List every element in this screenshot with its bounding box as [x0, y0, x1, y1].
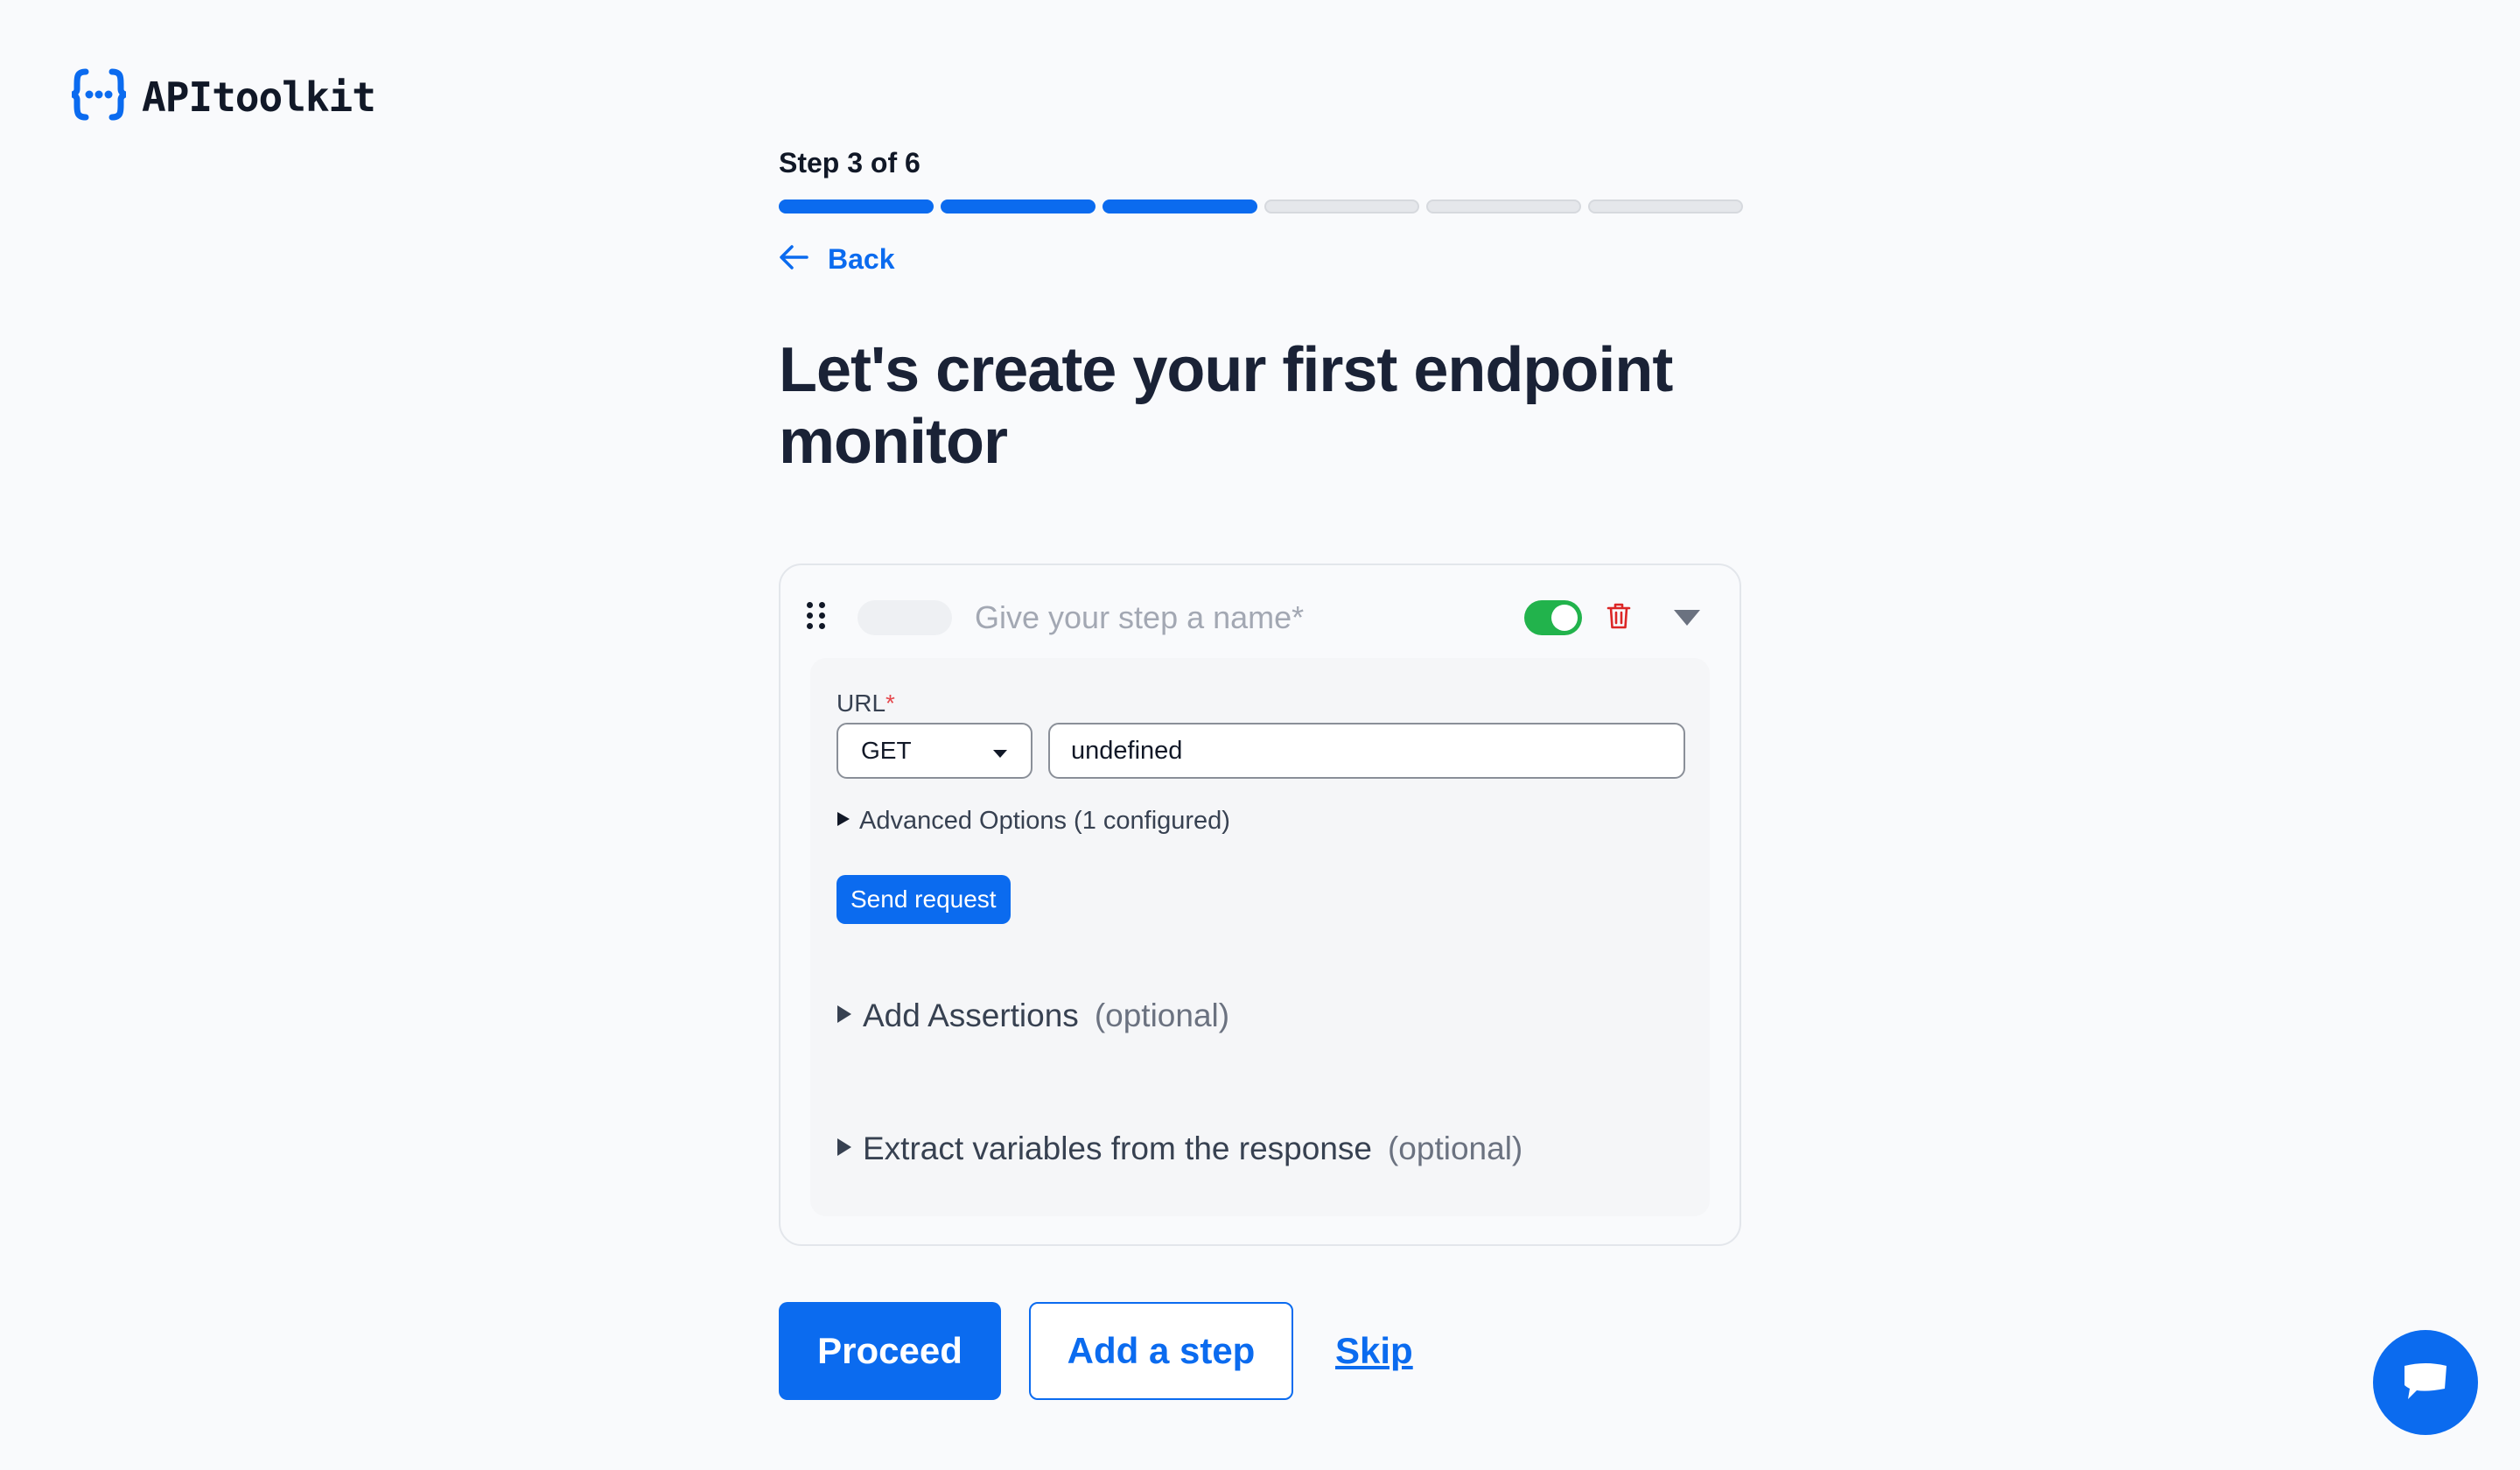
advanced-options-toggle[interactable]: Advanced Options (1 configured): [836, 807, 1230, 836]
url-label: URL*: [836, 690, 895, 717]
send-request-button[interactable]: Send request: [836, 875, 1011, 924]
chevron-down-icon[interactable]: [1673, 609, 1701, 631]
progress-segment: [1102, 200, 1257, 214]
progress-segment: [1426, 200, 1581, 214]
back-label: Back: [828, 243, 895, 275]
extract-variables-section-toggle[interactable]: Extract variables from the response (opt…: [836, 1130, 1522, 1167]
request-panel: URL* GET Advanced Options (1 configured)…: [810, 658, 1710, 1216]
assertions-optional-label: (optional): [1094, 998, 1230, 1033]
add-step-button[interactable]: Add a step: [1029, 1302, 1293, 1400]
step-enabled-toggle[interactable]: [1524, 600, 1582, 635]
chat-launcher-button[interactable]: [2373, 1330, 2478, 1435]
caret-down-icon: [992, 747, 1008, 763]
back-link[interactable]: Back: [779, 243, 895, 276]
url-input[interactable]: [1048, 723, 1685, 779]
progress-segment: [941, 200, 1096, 214]
trash-icon[interactable]: [1606, 602, 1631, 634]
assertions-title: Add Assertions: [863, 998, 1079, 1033]
logo-icon: [70, 68, 128, 125]
extract-variables-optional-label: (optional): [1387, 1130, 1523, 1166]
chat-icon: [2401, 1359, 2450, 1407]
toggle-knob: [1551, 605, 1578, 631]
page-title: Let's create your first endpoint monitor: [779, 335, 1673, 477]
step-card-header: [807, 592, 1713, 644]
step-name-input[interactable]: [975, 595, 1500, 640]
brand-name: APItoolkit: [142, 73, 376, 121]
http-method-value: GET: [861, 737, 912, 764]
http-method-select[interactable]: GET: [836, 723, 1032, 779]
progress-segment: [1264, 200, 1419, 214]
brand-logo[interactable]: APItoolkit: [70, 68, 376, 125]
advanced-options-label: Advanced Options (1 configured): [859, 807, 1230, 835]
arrow-left-icon: [779, 244, 808, 275]
step-card: URL* GET Advanced Options (1 configured)…: [779, 564, 1741, 1246]
triangle-right-icon: [836, 1138, 852, 1161]
step-number-badge: [858, 600, 952, 635]
progress-bar: [779, 200, 1743, 214]
triangle-right-icon: [836, 811, 850, 831]
assertions-section-toggle[interactable]: Add Assertions (optional): [836, 998, 1229, 1034]
progress-segment: [779, 200, 934, 214]
step-indicator: Step 3 of 6: [779, 147, 920, 178]
drag-handle-icon[interactable]: [807, 602, 826, 629]
skip-link[interactable]: Skip: [1335, 1330, 1413, 1372]
progress-segment: [1588, 200, 1743, 214]
extract-variables-title: Extract variables from the response: [863, 1130, 1372, 1166]
proceed-button[interactable]: Proceed: [779, 1302, 1001, 1400]
triangle-right-icon: [836, 1004, 852, 1028]
